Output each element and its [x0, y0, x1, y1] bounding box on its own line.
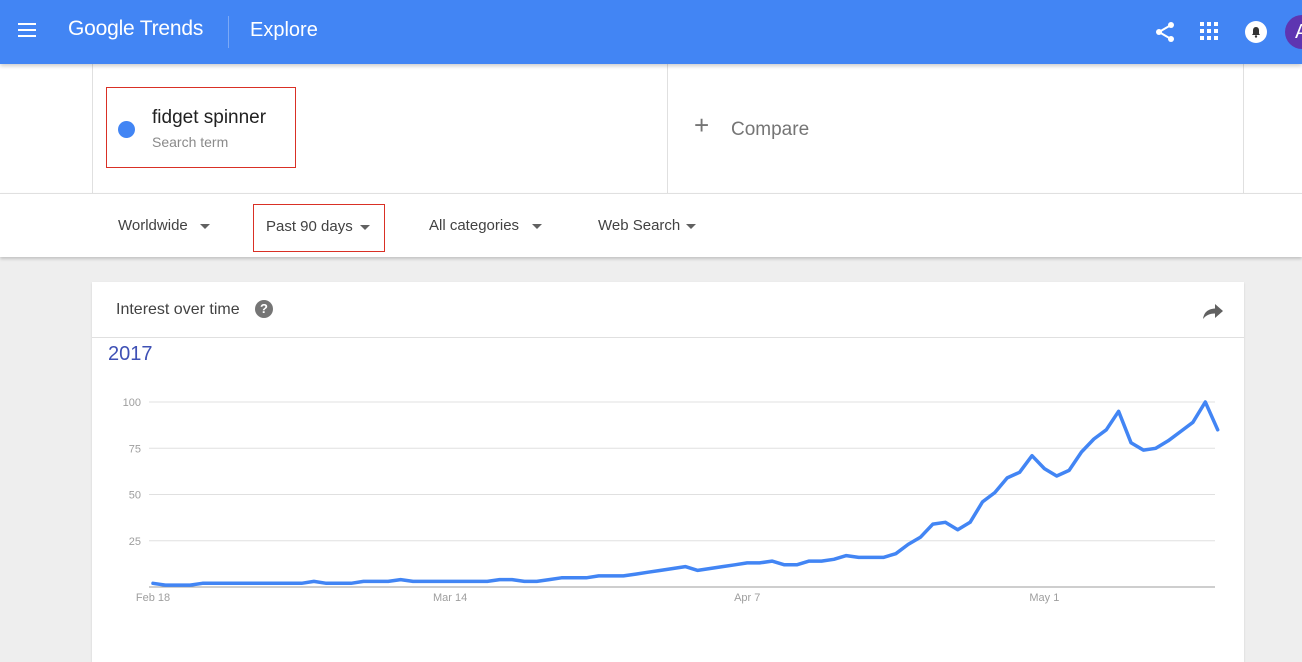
top-app-bar: Google Trends Explore A [0, 0, 1302, 64]
category-value: All categories [429, 217, 520, 234]
interest-over-time-card: Interest over time ? 2017 25 50 75 100 Feb 1… [92, 282, 1244, 662]
search-type-value: Web Search [598, 217, 681, 234]
interest-line-chart: 25 50 75 100 Feb 18 Mar 14 Apr 7 May 1 [123, 397, 1220, 604]
time-range-value: Past 90 days [266, 218, 353, 235]
term-color-dot [118, 121, 135, 138]
y-tick-label: 25 [129, 536, 141, 548]
dropdown-arrow-icon [532, 224, 542, 229]
compare-column: + Compare [668, 64, 1244, 193]
menu-icon[interactable] [18, 20, 40, 42]
apps-grid-icon[interactable] [1200, 22, 1224, 46]
search-term-type: Search term [152, 134, 229, 150]
share-icon[interactable] [1153, 20, 1177, 44]
time-range-dropdown[interactable]: Past 90 days [253, 204, 385, 252]
y-tick-label: 50 [129, 490, 141, 502]
search-term-text[interactable]: fidget spinner [152, 107, 266, 129]
compare-label: Compare [731, 119, 810, 140]
search-terms-panel: fidget spinner Search term + Compare [0, 64, 1302, 193]
series-line-fidget-spinner [151, 400, 1220, 587]
x-tick-label: Mar 14 [433, 592, 467, 604]
search-term-column: fidget spinner Search term [92, 64, 668, 193]
filter-bar: Worldwide Past 90 days All categories We… [0, 193, 1302, 257]
x-tick-label: Feb 18 [136, 592, 170, 604]
plus-icon: + [694, 110, 710, 140]
search-term-chip[interactable]: fidget spinner Search term [106, 87, 296, 168]
page-title: Explore [250, 19, 318, 41]
x-tick-label: Apr 7 [734, 592, 760, 604]
dropdown-arrow-icon [200, 224, 210, 229]
notifications-bell-icon[interactable] [1245, 21, 1267, 43]
region-value: Worldwide [118, 217, 188, 234]
account-avatar[interactable]: A [1285, 15, 1302, 49]
y-tick-label: 75 [129, 443, 141, 455]
header-divider [228, 16, 229, 48]
dropdown-arrow-icon [360, 225, 370, 230]
x-tick-label: May 1 [1029, 592, 1059, 604]
dropdown-arrow-icon [686, 224, 696, 229]
google-trends-logo[interactable]: Google Trends [68, 17, 203, 41]
y-tick-label: 100 [123, 397, 141, 409]
